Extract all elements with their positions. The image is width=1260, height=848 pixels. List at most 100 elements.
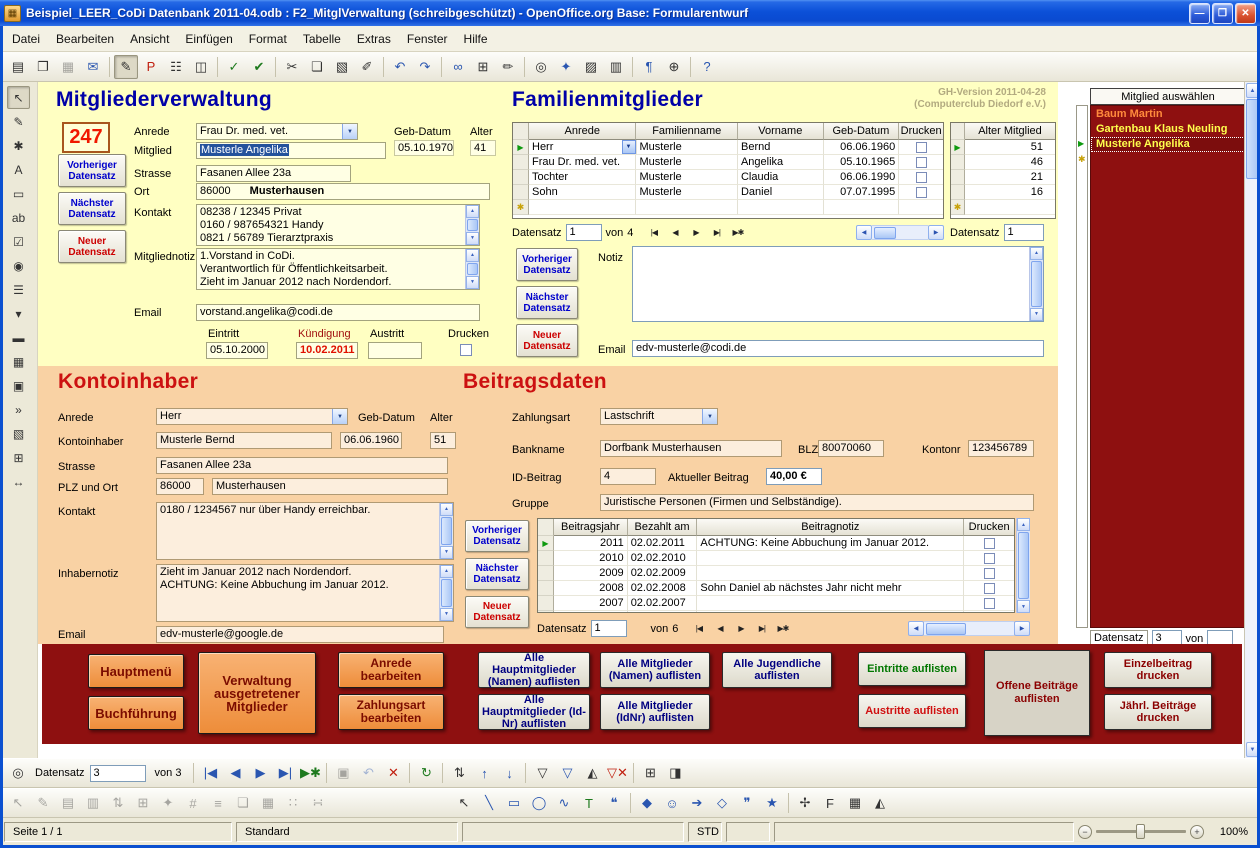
help-icon[interactable]: ? — [695, 55, 719, 79]
row-selector[interactable] — [513, 155, 529, 170]
select-arrow-icon[interactable]: ↖ — [452, 791, 476, 815]
cell-anrede[interactable]: Sohn — [529, 185, 636, 200]
form-design-icon[interactable]: ▧ — [7, 422, 30, 445]
cell-anrede[interactable]: Herr▼ — [529, 140, 637, 155]
flowchart-icon[interactable]: ◇ — [710, 791, 734, 815]
drucken-checkbox[interactable] — [916, 157, 927, 168]
last-record-icon[interactable]: ▶| — [273, 761, 297, 785]
konto-notiz-textarea[interactable]: Zieht im Januar 2012 nach Nordendorf. AC… — [156, 564, 454, 622]
row-selector[interactable] — [951, 185, 965, 200]
row-selector[interactable] — [513, 185, 529, 200]
data-sources-icon[interactable]: ▥ — [604, 55, 628, 79]
beitrag-row[interactable]: 2008 02.02.2008 Sohn Daniel ab nächstes … — [538, 581, 1014, 596]
cell-notiz[interactable]: ACHTUNG: Keine Abbuchung im Januar 2012. — [697, 536, 964, 551]
hauptmenu-button[interactable]: Hauptmenü — [88, 654, 184, 688]
zahlungsart-bearbeiten-button[interactable]: Zahlungsart bearbeiten — [338, 694, 444, 730]
family-append-row[interactable]: ✱ — [513, 200, 943, 215]
cell-drucken[interactable] — [899, 185, 943, 200]
cell-bezahlt[interactable]: 02.02.2010 — [628, 551, 698, 566]
einzelbeitrag-drucken-button[interactable]: Einzelbeitrag drucken — [1104, 652, 1212, 688]
offene-beitraege-button[interactable]: Offene Beiträge auflisten — [984, 650, 1090, 736]
copy-icon[interactable]: ❏ — [305, 55, 329, 79]
open-icon[interactable]: ❐ — [31, 55, 55, 79]
cell-jahr[interactable]: 2008 — [554, 581, 628, 596]
member-new-record-button[interactable]: Neuer Datensatz — [58, 230, 126, 263]
symbol-shapes-icon[interactable]: ☺ — [660, 791, 684, 815]
autofilter-icon[interactable]: ▽ — [530, 761, 554, 785]
col-header-beitragsjahr[interactable]: Beitragsjahr — [554, 519, 628, 536]
buchfuehrung-button[interactable]: Buchführung — [88, 696, 184, 730]
select-icon[interactable]: ↖ — [6, 791, 30, 815]
text-icon[interactable]: T — [577, 791, 601, 815]
kuendigung-field[interactable]: 10.02.2011 — [296, 342, 358, 359]
member-prev-record-button[interactable]: Vorheriger Datensatz — [58, 154, 126, 187]
cell-drucken[interactable] — [964, 596, 1014, 611]
cell-drucken[interactable] — [964, 566, 1014, 581]
chevron-down-icon[interactable]: ▼ — [342, 124, 357, 139]
scroll-down-icon[interactable]: ▼ — [466, 276, 479, 289]
cell-bezahlt[interactable]: 02.02.2007 — [628, 596, 698, 611]
zoom-level[interactable]: 100% — [1208, 822, 1256, 842]
first-record-button[interactable]: |◀ — [645, 225, 662, 241]
block-arrows-icon[interactable]: ➔ — [685, 791, 709, 815]
callout-shapes-icon[interactable]: ❞ — [735, 791, 759, 815]
row-selector[interactable] — [951, 170, 965, 185]
menu-item-fenster[interactable]: Fenster — [399, 28, 456, 50]
cell-geb-datum[interactable]: 06.06.1960 — [824, 140, 900, 155]
col-header-alter[interactable]: Alter Mitglied — [965, 123, 1055, 140]
form-based-filter-icon[interactable]: ◭ — [580, 761, 604, 785]
cell-geb-datum[interactable]: 05.10.1965 — [824, 155, 900, 170]
cell-jahr[interactable]: 2006 — [554, 611, 628, 613]
beitrag-table-scrollbar[interactable]: ▲ ▼ — [1016, 518, 1030, 613]
family-row[interactable]: Tochter Musterle Claudia 06.06.1990 — [513, 170, 943, 185]
basic-shapes-icon[interactable]: ◆ — [635, 791, 659, 815]
cell-anrede[interactable]: Tochter — [529, 170, 636, 185]
konto-strasse-field[interactable]: Fasanen Allee 23a — [156, 457, 448, 474]
cell-familienname[interactable]: Musterle — [636, 155, 738, 170]
family-row[interactable]: Sohn Musterle Daniel 07.07.1995 — [513, 185, 943, 200]
zoom-out-icon[interactable]: − — [1078, 825, 1092, 839]
cell-notiz[interactable] — [697, 551, 964, 566]
cell-jahr[interactable]: 2010 — [554, 551, 628, 566]
row-selector[interactable] — [538, 596, 554, 611]
konto-name-field[interactable]: Musterle Bernd — [156, 432, 332, 449]
cell-drucken[interactable] — [899, 140, 943, 155]
family-prev-record-button[interactable]: Vorheriger Datensatz — [516, 248, 578, 281]
col-header-beitragnotiz[interactable]: Beitragnotiz — [697, 519, 964, 536]
scroll-thumb[interactable] — [926, 623, 966, 635]
alter-row[interactable]: ▶ 51 — [951, 140, 1055, 155]
record-number-input[interactable]: 3 — [90, 765, 146, 782]
col-header-vorname[interactable]: Vorname — [738, 123, 824, 140]
eintritt-field[interactable]: 05.10.2000 — [206, 342, 268, 359]
alle-jugendliche-button[interactable]: Alle Jugendliche auflisten — [722, 652, 832, 688]
cell-drucken[interactable] — [964, 581, 1014, 596]
next-record-icon[interactable]: ▶ — [248, 761, 272, 785]
menu-item-tabelle[interactable]: Tabelle — [295, 28, 349, 50]
zoom-slider-thumb[interactable] — [1136, 824, 1145, 839]
cell-drucken[interactable] — [964, 536, 1014, 551]
cell-alter[interactable]: 21 — [965, 170, 1055, 185]
konto-email-field[interactable]: edv-musterle@google.de — [156, 626, 444, 643]
cell-empty[interactable] — [965, 200, 1055, 215]
add-field-icon[interactable]: ⊞ — [131, 791, 155, 815]
scrollbar[interactable]: ▲▼ — [439, 565, 453, 621]
design-mode-icon[interactable]: ✎ — [31, 791, 55, 815]
stars-icon[interactable]: ★ — [760, 791, 784, 815]
last-record-button[interactable]: ▶| — [753, 621, 770, 637]
cell-vorname[interactable]: Bernd — [738, 140, 824, 155]
position-size-icon[interactable]: # — [181, 791, 205, 815]
control-wizard-icon[interactable]: ✱ — [7, 134, 30, 157]
konto-kontakt-textarea[interactable]: 0180 / 1234567 nur über Handy erreichbar… — [156, 502, 454, 560]
drucken-checkbox[interactable] — [984, 538, 995, 549]
row-selector[interactable] — [538, 611, 554, 613]
cell-jahr[interactable]: 2009 — [554, 566, 628, 581]
member-ort-field[interactable]: 86000 Musterhausen — [196, 183, 490, 200]
list-box-icon[interactable]: ☰ — [7, 278, 30, 301]
scroll-track[interactable] — [872, 225, 928, 240]
apply-filter-icon[interactable]: ▽ — [555, 761, 579, 785]
scrollbar[interactable]: ▲▼ — [465, 205, 479, 245]
menu-item-ansicht[interactable]: Ansicht — [122, 28, 177, 50]
last-record-button[interactable]: ▶| — [708, 225, 725, 241]
print-icon[interactable]: ☷ — [164, 55, 188, 79]
record-number-input[interactable]: 1 — [591, 620, 627, 637]
